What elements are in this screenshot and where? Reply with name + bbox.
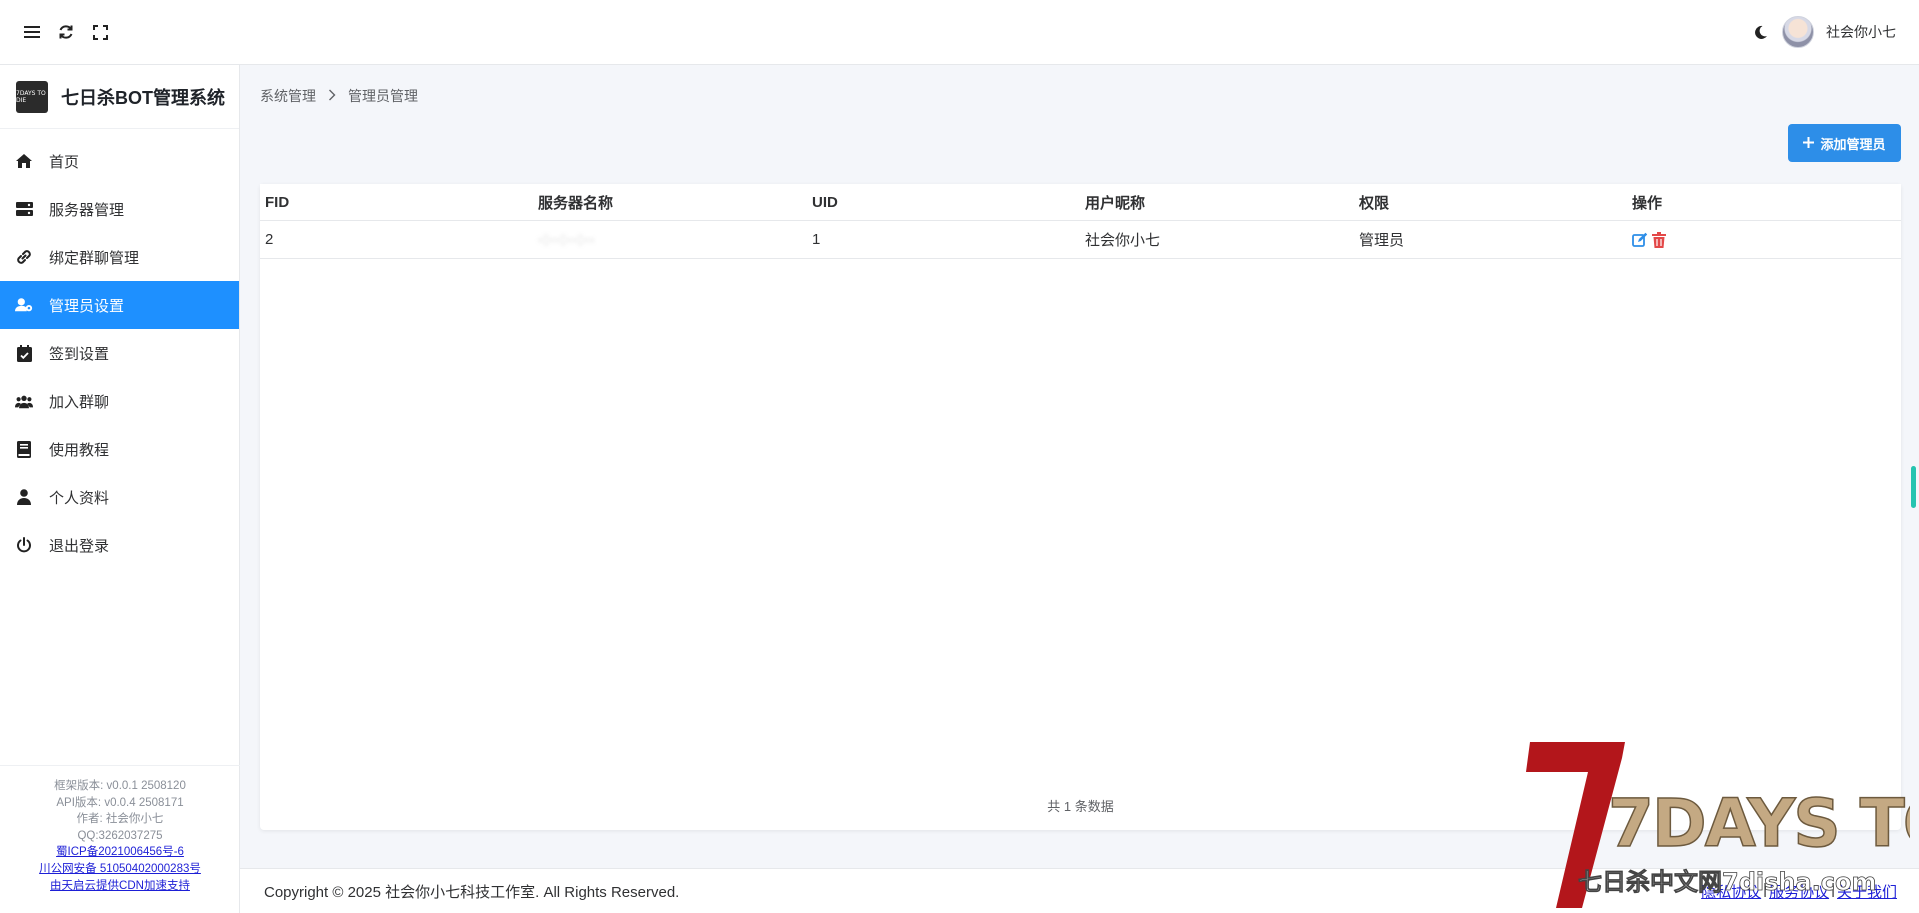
copyright-text: Copyright © 2025 社会你小七科技工作室. All Rights … bbox=[264, 883, 680, 901]
column-header-uid: UID bbox=[812, 193, 838, 211]
home-icon bbox=[15, 152, 33, 170]
table-header-row: FID 服务器名称 UID 用户昵称 权限 操作 bbox=[260, 184, 1901, 221]
police-record-link[interactable]: 川公网安备 51050402000283号 bbox=[0, 861, 240, 878]
sidebar-item-tutorial[interactable]: 使用教程 bbox=[0, 425, 239, 473]
sidebar-menu: 首页 服务器管理 绑定群聊管理 管理员设置 签到设置 加入群聊 使用教程 个人资… bbox=[0, 129, 239, 569]
framework-version: 框架版本: v0.0.1 2508120 bbox=[54, 780, 186, 792]
book-icon bbox=[15, 440, 33, 458]
breadcrumb-separator-icon bbox=[328, 88, 336, 104]
user-name[interactable]: 社会你小七 bbox=[1826, 22, 1896, 42]
column-header-role: 权限 bbox=[1359, 194, 1390, 212]
author: 作者: 社会你小七 bbox=[76, 813, 164, 826]
calendar-check-icon bbox=[15, 344, 33, 362]
sidebar-item-label: 使用教程 bbox=[49, 441, 110, 459]
server-icon bbox=[15, 200, 33, 218]
refresh-icon[interactable] bbox=[56, 22, 76, 42]
api-version: API版本: v0.0.4 2508171 bbox=[56, 796, 184, 809]
sidebar-item-label: 加入群聊 bbox=[49, 393, 110, 411]
logo-text: 7DAYS TO DIE bbox=[16, 89, 46, 104]
column-header-server: 服务器名称 bbox=[538, 194, 614, 212]
sidebar-item-label: 个人资料 bbox=[49, 489, 110, 507]
sidebar-item-home[interactable]: 首页 bbox=[0, 137, 239, 185]
avatar[interactable] bbox=[1782, 16, 1814, 48]
sidebar: 7DAYS TO DIE 七日杀BOT管理系统 首页 服务器管理 绑定群聊管理 … bbox=[0, 65, 240, 913]
sidebar-item-label: 退出登录 bbox=[49, 537, 110, 555]
users-icon bbox=[15, 392, 33, 410]
plus-icon bbox=[1803, 136, 1815, 151]
watermark-title: 7DAYS TO DIE bbox=[1608, 785, 1910, 862]
link-icon bbox=[15, 248, 33, 266]
sidebar-item-label: 签到设置 bbox=[49, 345, 110, 363]
sidebar-item-admin-settings[interactable]: 管理员设置 bbox=[0, 281, 239, 329]
watermark-subtitle: 七日杀中文网7disha.com bbox=[1578, 868, 1877, 896]
breadcrumb: 系统管理 管理员管理 bbox=[260, 86, 418, 106]
sidebar-item-label: 首页 bbox=[49, 153, 80, 171]
column-header-actions: 操作 bbox=[1632, 194, 1663, 212]
blurred-server-name: ·:··:··:·· bbox=[538, 231, 596, 248]
header-tools bbox=[0, 22, 110, 42]
7days-to-die-watermark-logo: 7DAYS TO DIE 七日杀中文网7disha.com bbox=[1526, 742, 1910, 908]
column-header-fid: FID bbox=[265, 193, 290, 211]
brand[interactable]: 7DAYS TO DIE 七日杀BOT管理系统 bbox=[0, 65, 239, 129]
user-icon bbox=[15, 488, 33, 506]
breadcrumb-current: 管理员管理 bbox=[348, 88, 418, 104]
top-header: 社会你小七 bbox=[0, 0, 1919, 65]
sidebar-item-join-group[interactable]: 加入群聊 bbox=[0, 377, 239, 425]
app-title: 七日杀BOT管理系统 bbox=[61, 87, 225, 108]
delete-trash-icon[interactable] bbox=[1652, 231, 1668, 248]
sidebar-item-bind-group[interactable]: 绑定群聊管理 bbox=[0, 233, 239, 281]
breadcrumb-parent[interactable]: 系统管理 bbox=[260, 86, 316, 106]
cell-role: 管理员 bbox=[1359, 232, 1405, 249]
add-admin-label: 添加管理员 bbox=[1820, 136, 1886, 152]
sidebar-item-profile[interactable]: 个人资料 bbox=[0, 473, 239, 521]
cell-server-name: ·:··:··:·· bbox=[533, 231, 595, 248]
table-row: 2 ·:··:··:·· 1 社会你小七 管理员 bbox=[260, 221, 1901, 259]
cell-fid: 2 bbox=[265, 231, 274, 248]
dark-mode-moon-icon[interactable] bbox=[1750, 22, 1770, 42]
sidebar-item-label: 服务器管理 bbox=[49, 201, 125, 219]
add-admin-button[interactable]: 添加管理员 bbox=[1788, 124, 1901, 162]
sidebar-footer: 框架版本: v0.0.1 2508120 API版本: v0.0.4 25081… bbox=[0, 765, 240, 913]
admin-table-card: FID 服务器名称 UID 用户昵称 权限 操作 2 ·:··:··:·· 1 … bbox=[260, 184, 1901, 830]
scrollbar-thumb[interactable] bbox=[1911, 466, 1916, 508]
icp-link[interactable]: 蜀ICP备2021006456号-6 bbox=[0, 844, 240, 861]
sidebar-item-label: 绑定群聊管理 bbox=[49, 249, 140, 267]
edit-icon[interactable] bbox=[1632, 232, 1648, 248]
app-logo: 7DAYS TO DIE bbox=[16, 80, 48, 113]
fullscreen-icon[interactable] bbox=[90, 22, 110, 42]
sidebar-item-logout[interactable]: 退出登录 bbox=[0, 521, 239, 569]
column-header-nickname: 用户昵称 bbox=[1085, 194, 1146, 212]
user-gear-icon bbox=[15, 296, 33, 314]
sidebar-item-label: 管理员设置 bbox=[49, 297, 125, 315]
qq-number: QQ:3262037275 bbox=[77, 829, 163, 842]
power-icon bbox=[15, 536, 33, 554]
header-user-area: 社会你小七 bbox=[1750, 16, 1919, 48]
cell-uid: 1 bbox=[812, 231, 821, 248]
menu-toggle-icon[interactable] bbox=[22, 22, 42, 42]
cell-actions bbox=[1627, 231, 1668, 248]
sidebar-item-checkin[interactable]: 签到设置 bbox=[0, 329, 239, 377]
cell-nickname: 社会你小七 bbox=[1085, 232, 1161, 249]
sidebar-item-server[interactable]: 服务器管理 bbox=[0, 185, 239, 233]
cdn-link[interactable]: 由天启云提供CDN加速支持 bbox=[0, 878, 240, 895]
